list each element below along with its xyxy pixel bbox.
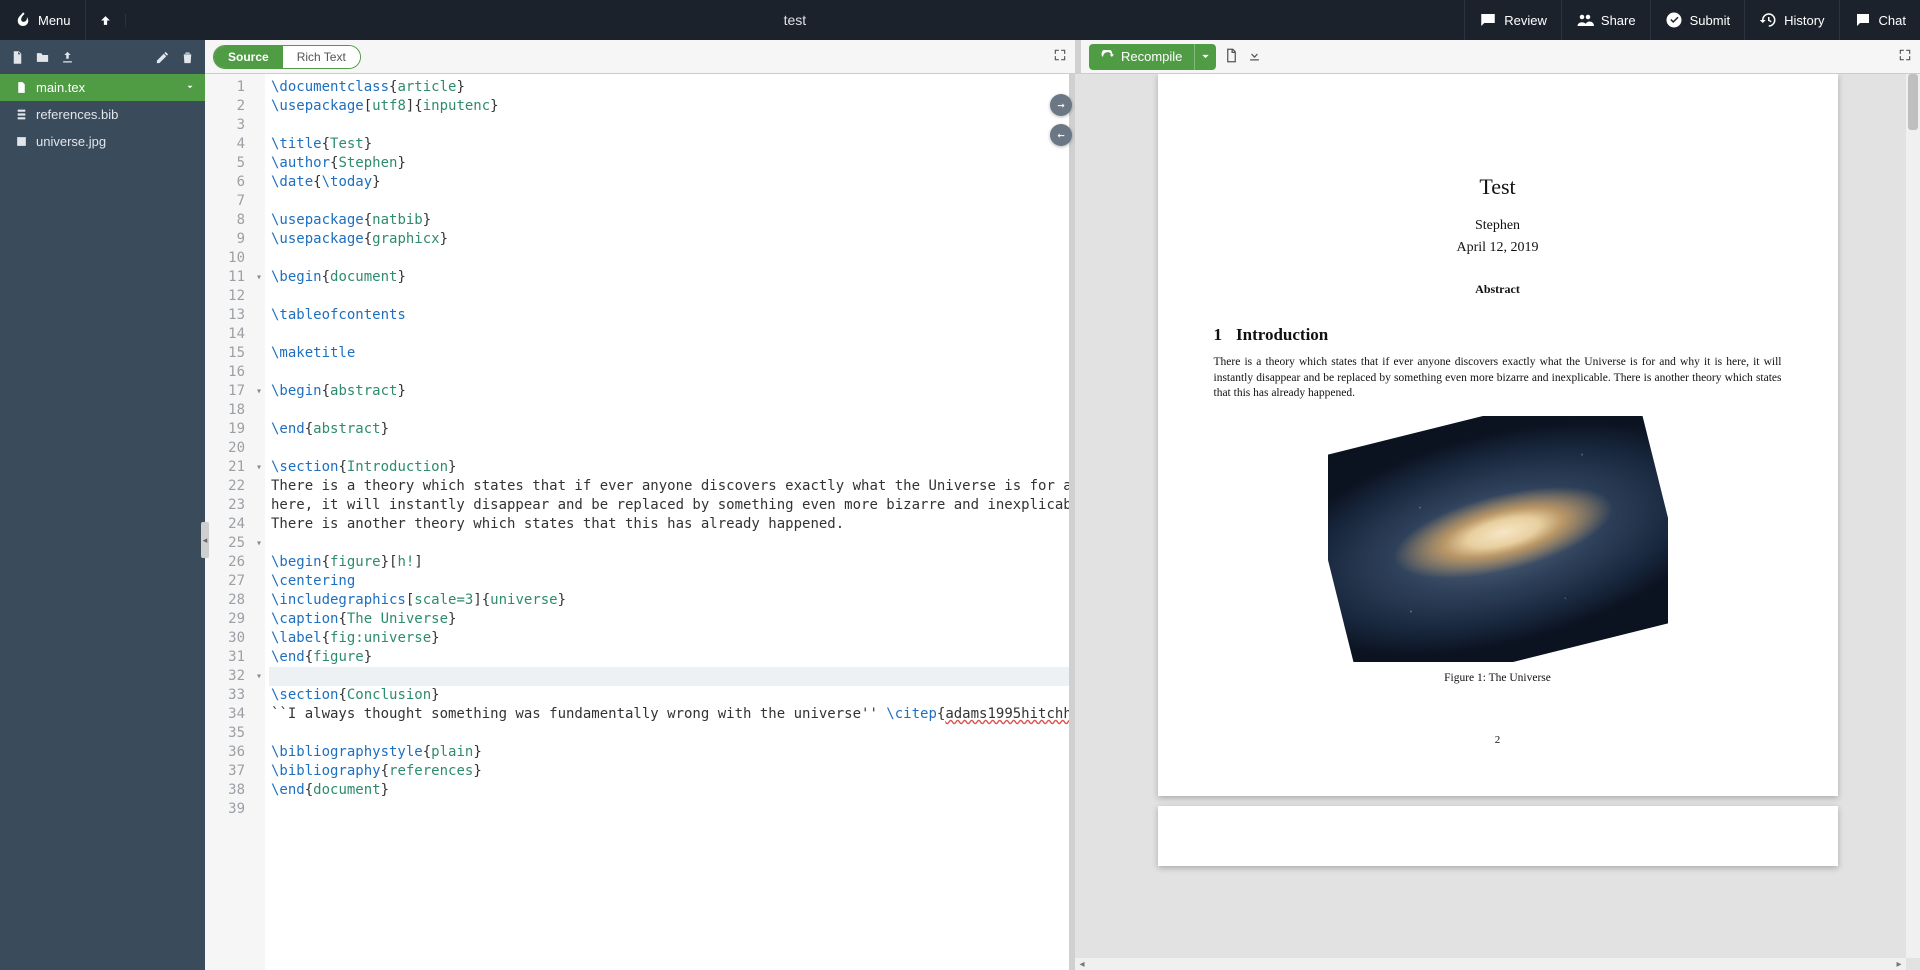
file-tree: main.texreferences.bibuniverse.jpg ◂ [0, 74, 205, 970]
history-button[interactable]: History [1744, 0, 1838, 40]
figure: Figure 1: The Universe [1214, 416, 1782, 684]
file-item-main-tex[interactable]: main.tex [0, 74, 205, 101]
recompile-label: Recompile [1121, 49, 1182, 64]
menubar-left: Menu [0, 0, 126, 40]
paragraph-text: There is a theory which states that if e… [1214, 355, 1782, 402]
submit-button[interactable]: Submit [1650, 0, 1744, 40]
arrow-up-icon [99, 14, 112, 27]
rename-icon[interactable] [155, 50, 170, 65]
collapse-filetree-handle[interactable]: ◂ [201, 522, 209, 558]
menu-label: Menu [38, 13, 71, 28]
file-icon [1224, 48, 1239, 63]
recompile-dropdown[interactable] [1194, 44, 1216, 70]
file-item-universe-jpg[interactable]: universe.jpg [0, 128, 205, 155]
recompile-button-group: Recompile [1089, 44, 1216, 70]
file-name: main.tex [36, 80, 85, 95]
doc-author: Stephen [1214, 218, 1782, 234]
new-folder-icon[interactable] [35, 50, 50, 65]
file-type-icon [14, 108, 28, 121]
submit-label: Submit [1690, 13, 1730, 28]
file-name: universe.jpg [36, 134, 106, 149]
project-title[interactable]: test [126, 0, 1465, 40]
chat-label: Chat [1879, 13, 1906, 28]
history-label: History [1784, 13, 1824, 28]
delete-icon[interactable] [180, 50, 195, 65]
history-icon [1759, 11, 1777, 29]
rich-text-mode-button[interactable]: Rich Text [283, 46, 360, 68]
preview-scrollbar-horizontal[interactable]: ◂ ▸ [1075, 958, 1906, 970]
main-area: main.tex references.bib universe.jpg ◂ 123… [0, 74, 1920, 970]
expand-icon [1053, 48, 1067, 62]
sync-arrows: → ← [1050, 94, 1072, 146]
file-tree-toolbar [0, 40, 205, 74]
sync-code-to-pdf-button[interactable]: → [1050, 94, 1072, 116]
pdf-preview[interactable]: Test Stephen April 12, 2019 Abstract 1 In… [1075, 74, 1920, 970]
chat-icon [1854, 11, 1872, 29]
review-label: Review [1504, 13, 1547, 28]
pdf-page-next [1158, 806, 1838, 866]
line-number-gutter: 1234567891011121314151617181920212223242… [205, 74, 253, 970]
share-button[interactable]: Share [1561, 0, 1650, 40]
section-title: Introduction [1236, 325, 1328, 344]
logs-button[interactable] [1224, 48, 1239, 66]
share-icon [1576, 11, 1594, 29]
review-icon [1479, 11, 1497, 29]
upload-icon[interactable] [60, 50, 75, 65]
overleaf-logo-icon [14, 11, 32, 29]
file-menu-caret[interactable] [185, 80, 195, 95]
editor-toolbar: Source Rich Text [205, 40, 1075, 74]
menubar-right: Review Share Submit History Chat [1464, 0, 1920, 40]
toolbar-row: Source Rich Text Recompile [0, 40, 1920, 74]
download-icon [1247, 48, 1262, 63]
file-type-icon [14, 135, 28, 148]
fold-gutter: ▾▾▾▾▾ [253, 74, 265, 970]
preview-scrollbar-vertical[interactable] [1906, 74, 1920, 958]
expand-icon [1898, 48, 1912, 62]
back-button[interactable] [86, 14, 126, 27]
scroll-right-arrow[interactable]: ▸ [1892, 959, 1906, 970]
abstract-heading: Abstract [1214, 282, 1782, 297]
section-heading: 1 Introduction [1214, 325, 1782, 345]
page-number: 2 [1214, 734, 1782, 746]
doc-date: April 12, 2019 [1214, 240, 1782, 256]
menu-button[interactable]: Menu [0, 0, 86, 40]
section-number: 1 [1214, 325, 1223, 344]
figure-caption: Figure 1: The Universe [1214, 672, 1782, 684]
universe-image [1328, 416, 1668, 662]
preview-fullscreen-button[interactable] [1898, 48, 1912, 65]
source-mode-button[interactable]: Source [214, 46, 283, 68]
review-button[interactable]: Review [1464, 0, 1561, 40]
file-type-icon [14, 81, 28, 94]
file-item-references-bib[interactable]: references.bib [0, 101, 205, 128]
scroll-left-arrow[interactable]: ◂ [1075, 959, 1089, 970]
caret-down-icon [1199, 50, 1212, 63]
download-pdf-button[interactable] [1247, 48, 1262, 66]
doc-title: Test [1214, 174, 1782, 200]
code-content[interactable]: \documentclass{article}\usepackage[utf8]… [265, 74, 1069, 970]
top-menubar: Menu test Review Share Submit History Ch… [0, 0, 1920, 40]
preview-toolbar: Recompile [1075, 40, 1920, 74]
refresh-icon [1101, 50, 1114, 63]
share-label: Share [1601, 13, 1636, 28]
editor-fullscreen-button[interactable] [1053, 48, 1067, 65]
new-file-icon[interactable] [10, 50, 25, 65]
submit-icon [1665, 11, 1683, 29]
chat-button[interactable]: Chat [1839, 0, 1920, 40]
pdf-page: Test Stephen April 12, 2019 Abstract 1 In… [1158, 74, 1838, 796]
file-name: references.bib [36, 107, 118, 122]
code-editor[interactable]: 1234567891011121314151617181920212223242… [205, 74, 1075, 970]
sync-pdf-to-code-button[interactable]: ← [1050, 124, 1072, 146]
editor-mode-toggle: Source Rich Text [213, 45, 361, 69]
